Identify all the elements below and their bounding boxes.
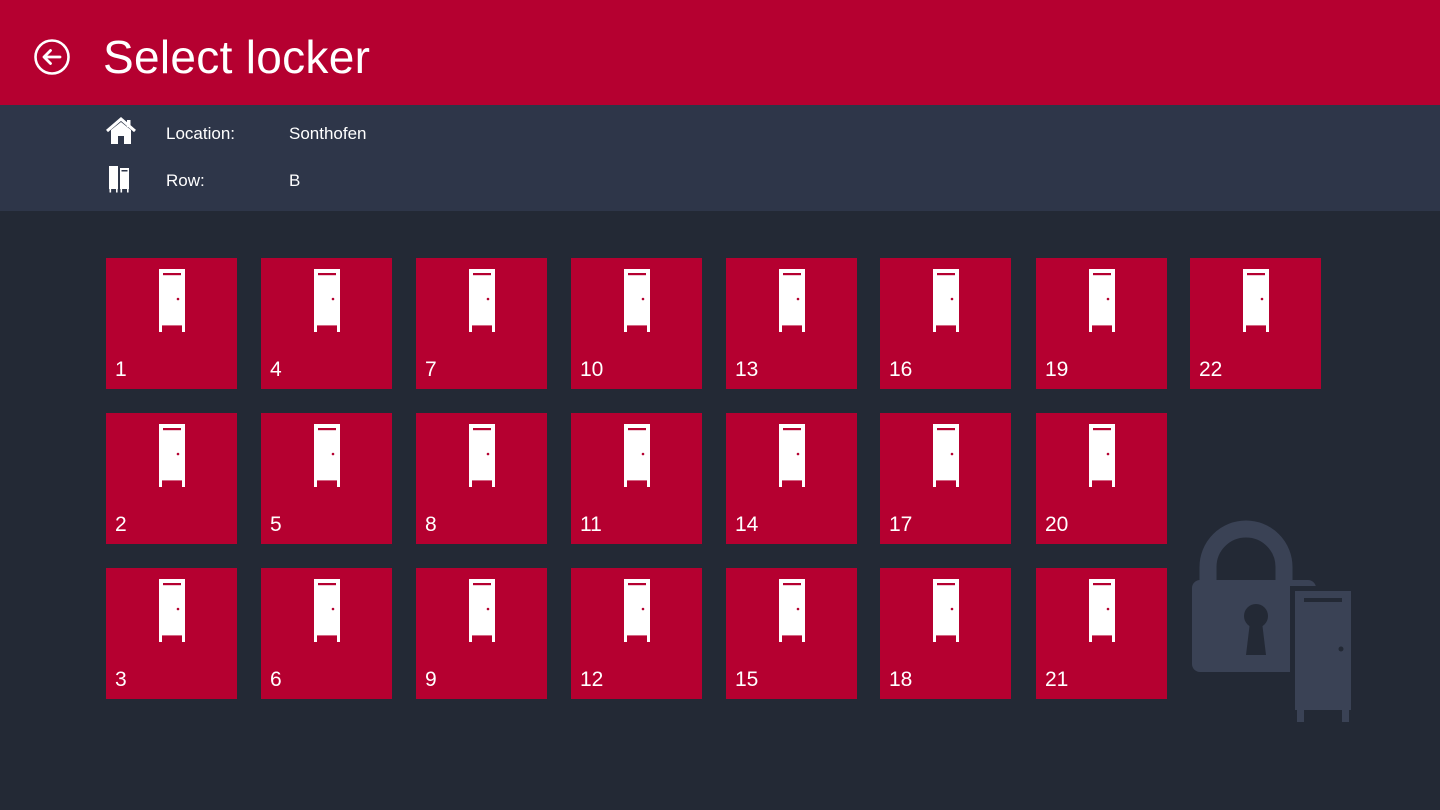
locker-tile[interactable]: 5 — [261, 413, 392, 544]
locker-icon — [159, 579, 185, 642]
locker-icon — [469, 424, 495, 487]
locker-tile[interactable]: 18 — [880, 568, 1011, 699]
locker-number: 10 — [580, 358, 604, 381]
locker-icon — [624, 269, 650, 332]
locker-icon — [159, 269, 185, 332]
locker-icon — [624, 424, 650, 487]
locker-tile[interactable]: 12 — [571, 568, 702, 699]
locker-number: 14 — [735, 513, 759, 536]
row-label: Row: — [166, 171, 205, 190]
locker-number: 8 — [425, 513, 437, 536]
locker-number: 15 — [735, 668, 759, 691]
locker-number: 4 — [270, 358, 282, 381]
locker-number: 19 — [1045, 358, 1069, 381]
locker-icon — [779, 424, 805, 487]
locker-tile[interactable]: 13 — [726, 258, 857, 389]
locker-icon — [1089, 424, 1115, 487]
locker-icon — [314, 424, 340, 487]
locker-icon — [933, 579, 959, 642]
locker-tile[interactable]: 1 — [106, 258, 237, 389]
locker-number: 7 — [425, 358, 437, 381]
locker-tile[interactable]: 15 — [726, 568, 857, 699]
locker-tile[interactable]: 11 — [571, 413, 702, 544]
locker-number: 20 — [1045, 513, 1069, 536]
locker-tile[interactable]: 22 — [1190, 258, 1321, 389]
unlocked-padlock-locker-icon — [1192, 520, 1355, 722]
locker-icon — [1089, 579, 1115, 642]
back-button[interactable] — [33, 38, 71, 76]
locker-icon — [933, 269, 959, 332]
row-value: B — [289, 171, 301, 190]
locker-icon — [469, 579, 495, 642]
locker-icon — [314, 579, 340, 642]
locker-row-icon — [109, 166, 129, 193]
locker-number: 3 — [115, 668, 127, 691]
locker-number: 6 — [270, 668, 282, 691]
locker-number: 9 — [425, 668, 437, 691]
locker-number: 21 — [1045, 668, 1069, 691]
locker-number: 12 — [580, 668, 604, 691]
app-header: Select locker — [0, 0, 1440, 105]
back-arrow-icon — [34, 39, 70, 75]
info-bar — [0, 105, 1440, 211]
locker-tile[interactable]: 14 — [726, 413, 857, 544]
home-icon — [106, 117, 136, 144]
locker-tile[interactable]: 7 — [416, 258, 547, 389]
locker-tile[interactable]: 3 — [106, 568, 237, 699]
locker-icon — [469, 269, 495, 332]
locker-tile[interactable]: 9 — [416, 568, 547, 699]
locker-number: 22 — [1199, 358, 1223, 381]
locker-icon — [779, 269, 805, 332]
location-value: Sonthofen — [289, 124, 367, 143]
locker-icon — [1243, 269, 1269, 332]
locker-tile[interactable]: 19 — [1036, 258, 1167, 389]
locker-tile[interactable]: 4 — [261, 258, 392, 389]
locker-number: 11 — [580, 513, 602, 536]
locker-tile[interactable]: 17 — [880, 413, 1011, 544]
locker-icon — [314, 269, 340, 332]
locker-number: 13 — [735, 358, 759, 381]
locker-tile[interactable]: 8 — [416, 413, 547, 544]
locker-number: 1 — [115, 358, 127, 381]
locker-number: 2 — [115, 513, 127, 536]
locker-tile[interactable]: 2 — [106, 413, 237, 544]
locker-number: 5 — [270, 513, 282, 536]
locker-icon — [933, 424, 959, 487]
locker-tile[interactable]: 21 — [1036, 568, 1167, 699]
locker-tile[interactable]: 6 — [261, 568, 392, 699]
locker-tile[interactable]: 10 — [571, 258, 702, 389]
locker-number: 17 — [889, 513, 913, 536]
locker-icon — [159, 424, 185, 487]
locker-number: 18 — [889, 668, 913, 691]
locker-icon — [779, 579, 805, 642]
locker-icon — [1089, 269, 1115, 332]
location-label: Location: — [166, 124, 235, 143]
page-title: Select locker — [103, 31, 371, 83]
locker-tile[interactable]: 16 — [880, 258, 1011, 389]
locker-tile[interactable]: 20 — [1036, 413, 1167, 544]
locker-icon — [624, 579, 650, 642]
locker-number: 16 — [889, 358, 913, 381]
